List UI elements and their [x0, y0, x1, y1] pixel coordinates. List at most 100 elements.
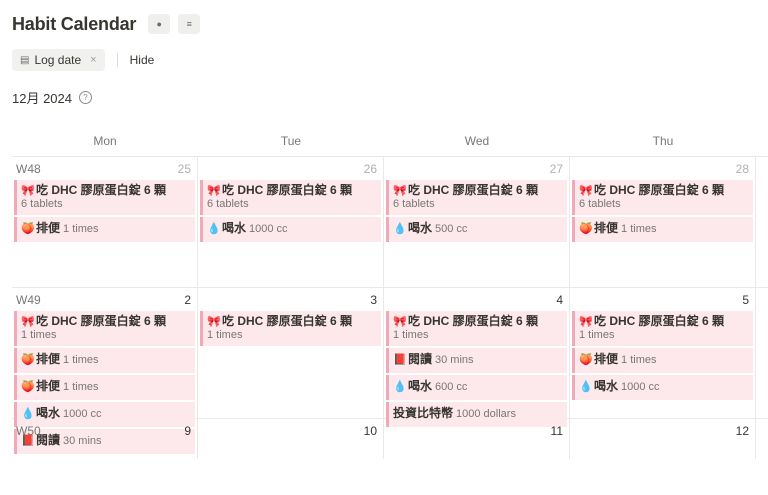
entry-title: 吃 DHC 膠原蛋白錠 6 顆 — [594, 314, 725, 328]
settings-button[interactable]: ≡ — [178, 14, 201, 34]
habit-entry-card[interactable]: 🎀吃 DHC 膠原蛋白錠 6 顆1 times — [386, 311, 567, 346]
entry-title: 吃 DHC 膠原蛋白錠 6 顆 — [36, 183, 167, 197]
entry-name: 排便 — [36, 221, 61, 235]
day-cell[interactable]: 28 🎀吃 DHC 膠原蛋白錠 6 顆6 tablets 🍑排便 1 times — [570, 157, 756, 287]
day-cell[interactable]: W49 2 🎀吃 DHC 膠原蛋白錠 6 顆1 times 🍑排便 1 times 🍑排便… — [12, 288, 198, 454]
day-cell[interactable]: 11 — [384, 419, 570, 459]
entry-name: 喝水 — [408, 221, 433, 235]
habit-entry-card[interactable]: 🍑排便 1 times — [14, 348, 195, 373]
weekday-wed: Wed — [464, 134, 490, 148]
entry-title-row: 🎀吃 DHC 膠原蛋白錠 6 顆 — [579, 314, 748, 329]
filter-chip-log-date[interactable]: ▤ Log date × — [12, 49, 105, 71]
help-icon[interactable]: ? — [79, 91, 92, 104]
day-cell[interactable]: 5 🎀吃 DHC 膠原蛋白錠 6 顆1 times 🍑排便 1 times 💧喝水 100… — [570, 288, 756, 418]
habit-entry-card[interactable]: 🍑排便 1 times — [572, 217, 753, 242]
filter-chip-label: Log date — [34, 53, 82, 67]
habit-entry-card[interactable]: 🎀吃 DHC 膠原蛋白錠 6 顆1 times — [572, 311, 753, 346]
habit-entry-card[interactable]: 🎀吃 DHC 膠原蛋白錠 6 顆1 times — [200, 311, 381, 346]
habit-entry-card[interactable]: 🍑排便 1 times — [14, 375, 195, 400]
entry-row: 🍑排便 1 times — [579, 351, 748, 369]
week-number: W48 — [16, 162, 41, 176]
sliders-icon: ≡ — [186, 19, 192, 29]
day-cell-partial[interactable] — [756, 288, 768, 418]
habit-entry-card[interactable]: 💧喝水 500 cc — [386, 217, 567, 242]
entry-title-row: 🎀吃 DHC 膠原蛋白錠 6 顆 — [393, 183, 562, 198]
day-cell[interactable]: 3 🎀吃 DHC 膠原蛋白錠 6 顆1 times — [198, 288, 384, 418]
habit-entry-card[interactable]: 🍑排便 1 times — [14, 217, 195, 242]
ribbon-icon: 🎀 — [393, 316, 407, 328]
day-entries: 🎀吃 DHC 膠原蛋白錠 6 顆6 tablets 🍑排便 1 times — [14, 180, 195, 244]
habit-entry-card[interactable]: 🎀吃 DHC 膠原蛋白錠 6 顆1 times — [14, 311, 195, 346]
weekday-thu: Thu — [652, 134, 674, 148]
habit-entry-card[interactable]: 📕閱讀 30 mins — [386, 348, 567, 373]
day-cell[interactable]: 12 — [570, 419, 756, 459]
entry-value: 1 times — [63, 223, 99, 235]
entry-row: 🍑排便 1 times — [21, 220, 190, 238]
weekday-tue: Tue — [280, 134, 302, 148]
entry-title-row: 🎀吃 DHC 膠原蛋白錠 6 顆 — [393, 314, 562, 329]
entry-amount: 1 times — [579, 329, 615, 341]
day-cell[interactable]: 27 🎀吃 DHC 膠原蛋白錠 6 顆6 tablets 💧喝水 500 cc — [384, 157, 570, 287]
habit-entry-card[interactable]: 🎀吃 DHC 膠原蛋白錠 6 顆6 tablets — [200, 180, 381, 215]
view-options-button[interactable]: ● — [148, 14, 171, 34]
divider — [116, 53, 118, 67]
entry-title: 吃 DHC 膠原蛋白錠 6 顆 — [36, 314, 167, 328]
entry-name: 喝水 — [222, 221, 247, 235]
entry-title: 吃 DHC 膠原蛋白錠 6 顆 — [594, 183, 725, 197]
day-number: 10 — [363, 424, 377, 438]
entry-value: 1 times — [621, 354, 657, 366]
entry-value: 30 mins — [435, 354, 474, 366]
entry-title: 吃 DHC 膠原蛋白錠 6 顆 — [408, 183, 539, 197]
water-drop-icon: 💧 — [207, 223, 221, 235]
entry-amount: 6 tablets — [393, 198, 435, 210]
week-row: W48 25 🎀吃 DHC 膠原蛋白錠 6 顆6 tablets 🍑排便 1 times… — [12, 157, 768, 288]
entry-title-row: 🎀吃 DHC 膠原蛋白錠 6 顆 — [21, 314, 190, 329]
ribbon-icon: 🎀 — [207, 316, 221, 328]
entry-row: 🍑排便 1 times — [21, 351, 190, 369]
entry-row: 💧喝水 1000 cc — [579, 378, 748, 396]
day-cell[interactable]: W50 9 — [12, 419, 198, 459]
day-cell-partial[interactable] — [756, 157, 768, 287]
day-cell[interactable]: 10 — [198, 419, 384, 459]
day-cell[interactable]: 4 🎀吃 DHC 膠原蛋白錠 6 顆1 times 📕閱讀 30 mins 💧喝水 600… — [384, 288, 570, 427]
entry-name: 排便 — [36, 379, 61, 393]
month-label[interactable]: 12月 2024 — [12, 88, 72, 107]
entry-title: 吃 DHC 膠原蛋白錠 6 顆 — [408, 314, 539, 328]
week-number: W49 — [16, 293, 41, 307]
ribbon-icon: 🎀 — [207, 185, 221, 197]
day-entries: 🎀吃 DHC 膠原蛋白錠 6 顆6 tablets 🍑排便 1 times — [572, 180, 753, 244]
habit-entry-card[interactable]: 💧喝水 1000 cc — [200, 217, 381, 242]
habit-entry-card[interactable]: 🎀吃 DHC 膠原蛋白錠 6 顆6 tablets — [386, 180, 567, 215]
entry-name: 喝水 — [594, 379, 619, 393]
filter-toolbar: ▤ Log date × Hide — [12, 49, 154, 71]
habit-entry-card[interactable]: 💧喝水 1000 cc — [572, 375, 753, 400]
day-entries: 🎀吃 DHC 膠原蛋白錠 6 顆1 times 🍑排便 1 times 💧喝水 1000… — [572, 311, 753, 402]
entry-name: 排便 — [594, 352, 619, 366]
day-number: 11 — [550, 424, 563, 438]
hide-button[interactable]: Hide — [130, 53, 155, 67]
day-entries: 🎀吃 DHC 膠原蛋白錠 6 顆1 times — [200, 311, 381, 348]
close-icon[interactable]: × — [90, 54, 96, 66]
entry-value: 1 times — [63, 381, 99, 393]
month-selector: 12月 2024 ? — [12, 88, 92, 107]
habit-entry-card[interactable]: 🎀吃 DHC 膠原蛋白錠 6 顆6 tablets — [14, 180, 195, 215]
day-cell[interactable]: 26 🎀吃 DHC 膠原蛋白錠 6 顆6 tablets 💧喝水 1000 cc — [198, 157, 384, 287]
calendar-icon: ▤ — [20, 54, 30, 66]
entry-amount: 1 times — [393, 329, 429, 341]
habit-entry-card[interactable]: 🍑排便 1 times — [572, 348, 753, 373]
water-drop-icon: 💧 — [579, 381, 593, 393]
book-icon: 📕 — [393, 354, 407, 366]
day-cell[interactable]: W48 25 🎀吃 DHC 膠原蛋白錠 6 顆6 tablets 🍑排便 1 times — [12, 157, 198, 287]
entry-amount: 6 tablets — [21, 198, 63, 210]
entry-name: 投資比特幣 — [393, 406, 454, 420]
entry-row: 🍑排便 1 times — [21, 378, 190, 396]
day-cell-partial[interactable] — [756, 419, 768, 459]
entry-name: 排便 — [594, 221, 619, 235]
day-number: 5 — [742, 293, 749, 307]
week-number: W50 — [16, 424, 41, 438]
entry-name: 喝水 — [36, 406, 61, 420]
habit-entry-card[interactable]: 🎀吃 DHC 膠原蛋白錠 6 顆6 tablets — [572, 180, 753, 215]
habit-entry-card[interactable]: 💧喝水 600 cc — [386, 375, 567, 400]
weekday-fri — [756, 126, 768, 156]
entry-row: 🍑排便 1 times — [579, 220, 748, 238]
